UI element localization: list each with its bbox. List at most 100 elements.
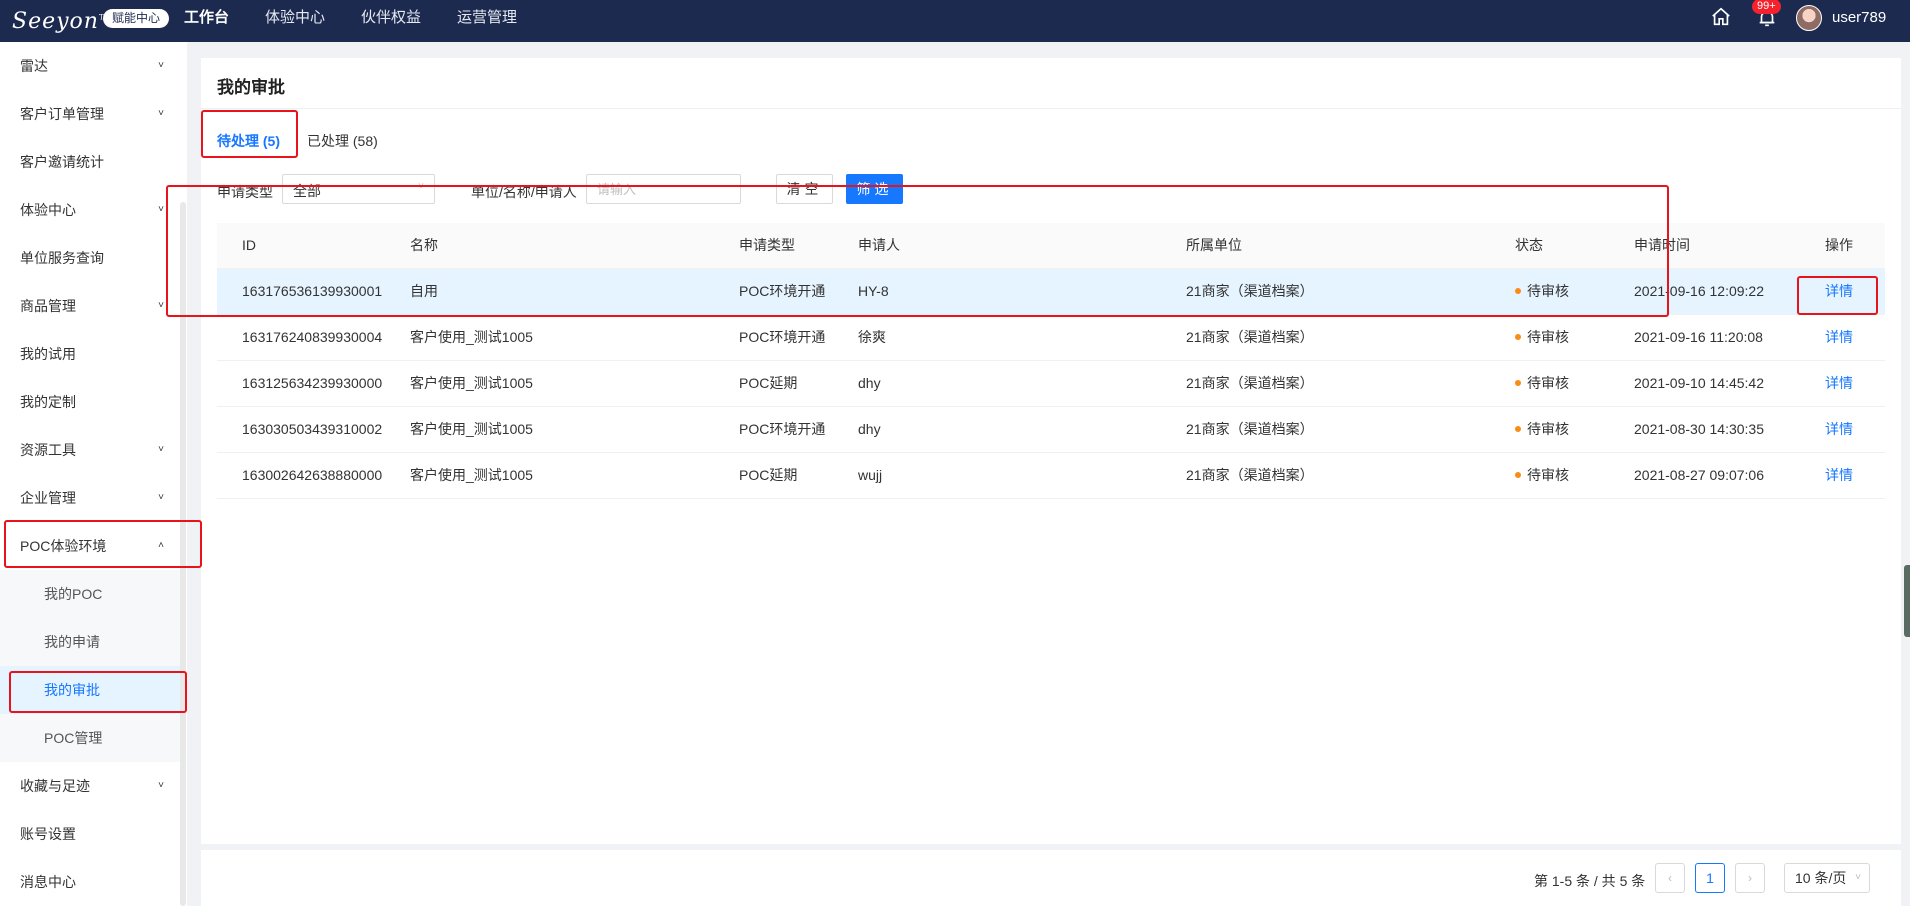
cell-unit: 21商家（渠道档案） xyxy=(1186,375,1314,391)
cell-id: 163002642638880000 xyxy=(242,467,383,483)
sidebar-item-favorites[interactable]: 收藏与足迹 ˅ xyxy=(0,762,180,810)
status-text: 待审核 xyxy=(1527,375,1569,391)
side-widget-handle[interactable] xyxy=(1904,565,1910,637)
status-text: 待审核 xyxy=(1527,283,1569,299)
username[interactable]: user789 xyxy=(1832,9,1886,26)
status-dot-icon xyxy=(1515,426,1521,433)
sidebar-item-label: 消息中心 xyxy=(20,874,76,890)
cell-type: POC环境开通 xyxy=(739,421,826,437)
sidebar-item-label: 我的申请 xyxy=(44,634,100,650)
chevron-down-icon: ˅ xyxy=(158,780,164,791)
status-text: 待审核 xyxy=(1527,329,1569,345)
page-title: 我的审批 xyxy=(217,78,285,97)
sidebar-item-account-settings[interactable]: 账号设置 xyxy=(0,810,180,858)
column-header: 申请时间 xyxy=(1634,237,1690,253)
page-size-value: 10 条/页 xyxy=(1795,870,1847,886)
sidebar-item-label: 我的审批 xyxy=(44,682,100,698)
detail-link[interactable]: 详情 xyxy=(1825,315,1853,360)
approvals-table: ID 名称 申请类型 申请人 所属单位 状态 申请时间 操作 163176536… xyxy=(217,223,1885,499)
tab-processed[interactable]: 已处理 (58) xyxy=(307,131,378,151)
sidebar-item-my-trial[interactable]: 我的试用 xyxy=(0,330,180,378)
column-header: 操作 xyxy=(1825,237,1853,253)
cell-time: 2021-08-27 09:07:06 xyxy=(1634,467,1764,483)
sidebar-item-customer-orders[interactable]: 客户订单管理 ˅ xyxy=(0,90,180,138)
sidebar-item-label: POC管理 xyxy=(44,730,103,746)
sidebar-item-poc-env[interactable]: POC体验环境 ˄ xyxy=(0,522,180,570)
filter-button[interactable]: 筛选 xyxy=(846,174,903,204)
chevron-down-icon: ˅ xyxy=(158,60,164,71)
cell-time: 2021-08-30 14:30:35 xyxy=(1634,421,1764,437)
cell-applicant: dhy xyxy=(858,375,881,391)
sidebar-item-enterprise[interactable]: 企业管理 ˅ xyxy=(0,474,180,522)
table-row[interactable]: 163002642638880000 客户使用_测试1005 POC延期 wuj… xyxy=(217,453,1885,499)
cell-type: POC延期 xyxy=(739,467,798,483)
top-nav-partner-benefits[interactable]: 伙伴权益 xyxy=(361,0,421,42)
prev-page-button[interactable]: ‹ xyxy=(1655,863,1685,893)
detail-link[interactable]: 详情 xyxy=(1825,361,1853,406)
status-badge: 待审核 xyxy=(1515,315,1569,360)
sidebar-item-invite-stats[interactable]: 客户邀请统计 xyxy=(0,138,180,186)
sidebar-item-radar[interactable]: 雷达 ˅ xyxy=(0,42,180,90)
table-row[interactable]: 163125634239930000 客户使用_测试1005 POC延期 dhy… xyxy=(217,361,1885,407)
top-nav-operations[interactable]: 运营管理 xyxy=(457,0,517,42)
table-row[interactable]: 163176240839930004 客户使用_测试1005 POC环境开通 徐… xyxy=(217,315,1885,361)
sidebar-item-label: 雷达 xyxy=(20,58,48,74)
sidebar-item-my-applications[interactable]: 我的申请 xyxy=(0,618,180,666)
sidebar-item-unit-service[interactable]: 单位服务查询 xyxy=(0,234,180,282)
sidebar-item-label: POC体验环境 xyxy=(20,538,107,554)
cell-name: 客户使用_测试1005 xyxy=(410,329,533,345)
table-row[interactable]: 163176536139930001 自用 POC环境开通 HY-8 21商家（… xyxy=(217,269,1885,315)
cell-time: 2021-09-16 12:09:22 xyxy=(1634,283,1764,299)
sidebar-item-my-approvals[interactable]: 我的审批 xyxy=(0,666,180,714)
search-input[interactable] xyxy=(586,174,741,204)
cell-id: 163176240839930004 xyxy=(242,329,383,345)
detail-link[interactable]: 详情 xyxy=(1825,407,1853,452)
sidebar-item-label: 商品管理 xyxy=(20,298,76,314)
sidebar-item-label: 收藏与足迹 xyxy=(20,778,90,794)
application-type-select[interactable]: 全部 ˅ xyxy=(282,174,435,204)
detail-link[interactable]: 详情 xyxy=(1825,269,1853,314)
page-1-button[interactable]: 1 xyxy=(1695,863,1725,893)
table-row[interactable]: 163030503439310002 客户使用_测试1005 POC环境开通 d… xyxy=(217,407,1885,453)
cell-unit: 21商家（渠道档案） xyxy=(1186,283,1314,299)
top-bar: SeeyonTM 赋能中心 工作台 体验中心 伙伴权益 运营管理 99+ use… xyxy=(0,0,1910,42)
chevron-down-icon: ˅ xyxy=(1855,872,1861,883)
next-page-button[interactable]: › xyxy=(1735,863,1765,893)
tab-pending[interactable]: 待处理 (5) xyxy=(217,131,280,151)
detail-link[interactable]: 详情 xyxy=(1825,453,1853,498)
top-nav-workbench[interactable]: 工作台 xyxy=(184,0,229,42)
sidebar-item-products[interactable]: 商品管理 ˅ xyxy=(0,282,180,330)
sidebar-item-messages[interactable]: 消息中心 xyxy=(0,858,180,906)
sidebar-scrollbar[interactable] xyxy=(180,202,186,906)
cell-name: 客户使用_测试1005 xyxy=(410,467,533,483)
cell-applicant: 徐爽 xyxy=(858,329,886,345)
sidebar-item-label: 资源工具 xyxy=(20,442,76,458)
sidebar-item-poc-management[interactable]: POC管理 xyxy=(0,714,180,762)
tab-active-indicator xyxy=(217,156,284,158)
chevron-down-icon: ˅ xyxy=(158,108,164,119)
sidebar-item-my-poc[interactable]: 我的POC xyxy=(0,570,180,618)
sidebar-item-resources[interactable]: 资源工具 ˅ xyxy=(0,426,180,474)
status-text: 待审核 xyxy=(1527,421,1569,437)
sidebar-item-label: 我的POC xyxy=(44,586,103,602)
column-header: 申请人 xyxy=(858,237,900,253)
clear-button[interactable]: 清空 xyxy=(776,174,833,204)
pagination-total: 第 1-5 条 / 共 5 条 xyxy=(1534,873,1646,889)
sidebar-item-label: 我的试用 xyxy=(20,346,76,362)
sidebar-item-label: 账号设置 xyxy=(20,826,76,842)
sidebar-item-experience-center[interactable]: 体验中心 ˅ xyxy=(0,186,180,234)
chevron-down-icon: ˅ xyxy=(158,204,164,215)
sidebar-item-my-custom[interactable]: 我的定制 xyxy=(0,378,180,426)
column-header: ID xyxy=(242,237,256,253)
seeyon-logo[interactable]: SeeyonTM xyxy=(12,9,113,34)
page-size-select[interactable]: 10 条/页 ˅ xyxy=(1784,863,1870,893)
column-header: 申请类型 xyxy=(739,237,795,253)
top-nav-experience-center[interactable]: 体验中心 xyxy=(265,0,325,42)
logo-badge: 赋能中心 xyxy=(103,9,170,28)
chevron-down-icon: ˅ xyxy=(158,444,164,455)
sidebar-item-label: 企业管理 xyxy=(20,490,76,506)
avatar[interactable] xyxy=(1796,5,1822,31)
home-icon[interactable] xyxy=(1710,6,1732,28)
sidebar-item-label: 体验中心 xyxy=(20,202,76,218)
chevron-up-icon: ˄ xyxy=(158,540,164,551)
